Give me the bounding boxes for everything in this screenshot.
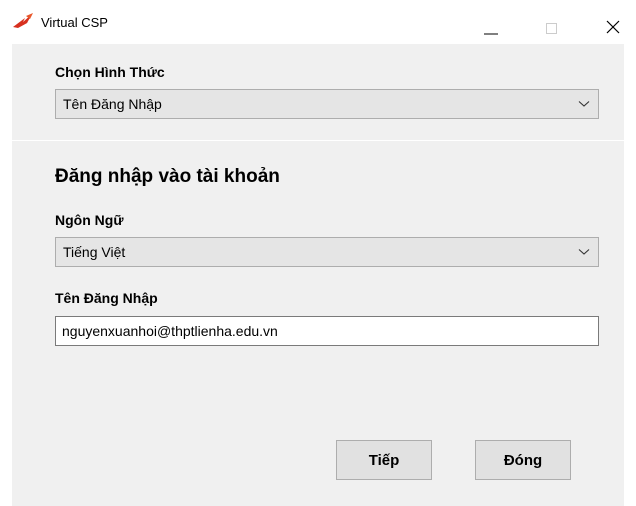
login-heading: Đăng nhập vào tài khoản — [55, 166, 280, 187]
close-window-button[interactable] — [584, 0, 628, 44]
username-label: Tên Đăng Nhập — [55, 290, 158, 306]
method-dropdown-value: Tên Đăng Nhập — [63, 96, 162, 112]
method-label: Chọn Hình Thức — [55, 64, 165, 80]
maximize-button[interactable] — [530, 0, 574, 44]
window-title: Virtual CSP — [41, 15, 108, 30]
login-section: Đăng nhập vào tài khoản Ngôn Ngữ Tiếng V… — [12, 141, 624, 506]
next-button[interactable]: Tiếp — [336, 440, 432, 480]
username-input-value: nguyenxuanhoi@thptlienha.edu.vn — [62, 323, 278, 339]
close-icon — [606, 20, 620, 34]
language-dropdown-value: Tiếng Việt — [63, 244, 126, 260]
method-dropdown[interactable]: Tên Đăng Nhập — [55, 89, 599, 119]
chevron-down-icon — [578, 101, 590, 107]
maximize-icon — [546, 23, 557, 34]
chevron-down-icon — [578, 249, 590, 255]
language-dropdown[interactable]: Tiếng Việt — [55, 237, 599, 267]
dialog-client-area: Chọn Hình Thức Tên Đăng Nhập Đăng nhập v… — [12, 44, 624, 506]
minimize-icon — [484, 33, 498, 35]
title-bar: Virtual CSP — [0, 0, 636, 44]
language-label: Ngôn Ngữ — [55, 212, 124, 228]
red-dart-logo-icon — [12, 13, 34, 29]
method-section: Chọn Hình Thức Tên Đăng Nhập — [12, 44, 624, 140]
minimize-button[interactable] — [476, 0, 520, 44]
username-input[interactable]: nguyenxuanhoi@thptlienha.edu.vn — [55, 316, 599, 346]
close-button[interactable]: Đóng — [475, 440, 571, 480]
